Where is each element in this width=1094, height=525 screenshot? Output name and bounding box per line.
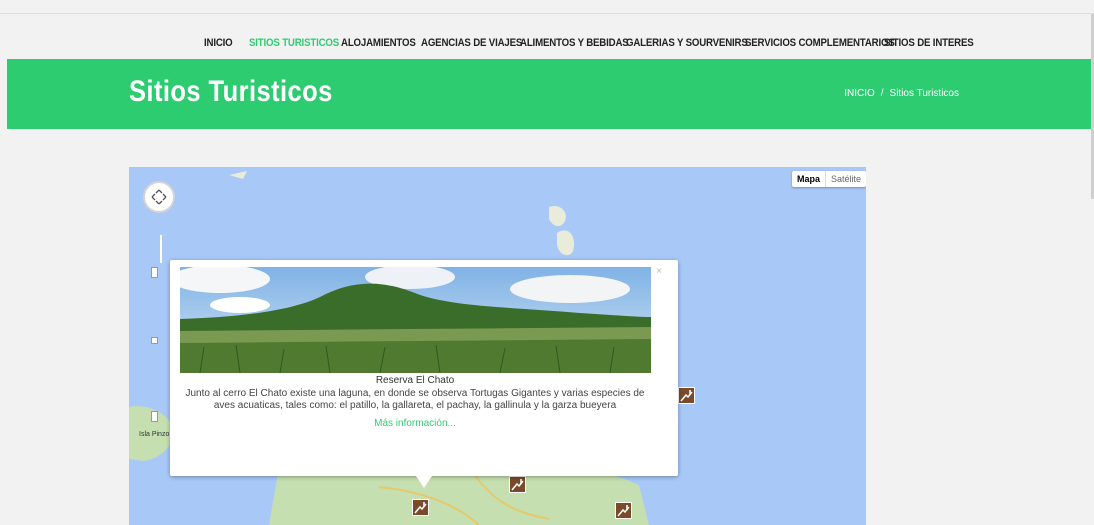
tourist-site-marker-icon[interactable] <box>615 502 632 519</box>
page-title: Sitios Turisticos <box>129 75 333 108</box>
nav-item-servicios-complementarios[interactable]: SERVICIOS COMPLEMENTARIOS <box>745 37 895 49</box>
map-type-satellite-button[interactable]: Satélite <box>825 171 866 187</box>
top-border <box>0 13 1094 14</box>
nav-item-agencias-de-viajes[interactable]: AGENCIAS DE VIAJES <box>421 37 522 49</box>
main-nav: INICIO SITIOS TURISTICOS ALOJAMIENTOS AG… <box>0 37 1094 53</box>
nav-item-inicio[interactable]: INICIO <box>204 37 233 49</box>
breadcrumb-home[interactable]: INICIO <box>844 88 875 99</box>
island-label: Isla Pinzo <box>139 431 170 438</box>
tourist-site-marker-icon[interactable] <box>509 476 526 493</box>
map-marker-small[interactable] <box>151 337 158 344</box>
map-marker-small[interactable] <box>151 267 158 278</box>
breadcrumb-current: Sitios Turisticos <box>889 88 959 99</box>
site-description: Junto al cerro El Chato existe una lagun… <box>185 388 645 411</box>
close-icon[interactable]: × <box>656 266 662 277</box>
breadcrumb-separator: / <box>880 88 884 99</box>
more-info-link[interactable]: Más información... <box>170 418 660 429</box>
nav-item-alimentos-y-bebidas[interactable]: ALIMENTOS Y BEBIDAS <box>520 37 629 49</box>
nav-item-sitios-de-interes[interactable]: SITIOS DE INTERES <box>884 37 974 49</box>
site-photo <box>180 267 651 373</box>
nav-item-galerias-y-sourvenirs[interactable]: GALERIAS Y SOURVENIRS <box>626 37 748 49</box>
nav-item-sitios-turisticos[interactable]: SITIOS TURISTICOS <box>249 37 339 49</box>
info-window-pointer <box>416 476 432 488</box>
tourist-site-marker-icon[interactable] <box>678 387 695 404</box>
info-window: × Reserva El Chato Junto al cerro El Cha… <box>170 260 678 488</box>
map-type-control: Mapa Satélite <box>792 171 866 187</box>
pan-control-icon[interactable] <box>143 181 175 213</box>
zoom-slider-track[interactable] <box>160 235 162 263</box>
nav-item-alojamientos[interactable]: ALOJAMIENTOS <box>341 37 416 49</box>
map-type-map-button[interactable]: Mapa <box>792 171 825 187</box>
map-marker-small[interactable] <box>151 411 158 422</box>
breadcrumb: INICIO / Sitios Turisticos <box>844 88 959 99</box>
tourist-site-marker-icon[interactable] <box>412 499 429 516</box>
site-title: Reserva El Chato <box>375 375 455 386</box>
page-header: Sitios Turisticos INICIO / Sitios Turistic… <box>7 59 1091 129</box>
